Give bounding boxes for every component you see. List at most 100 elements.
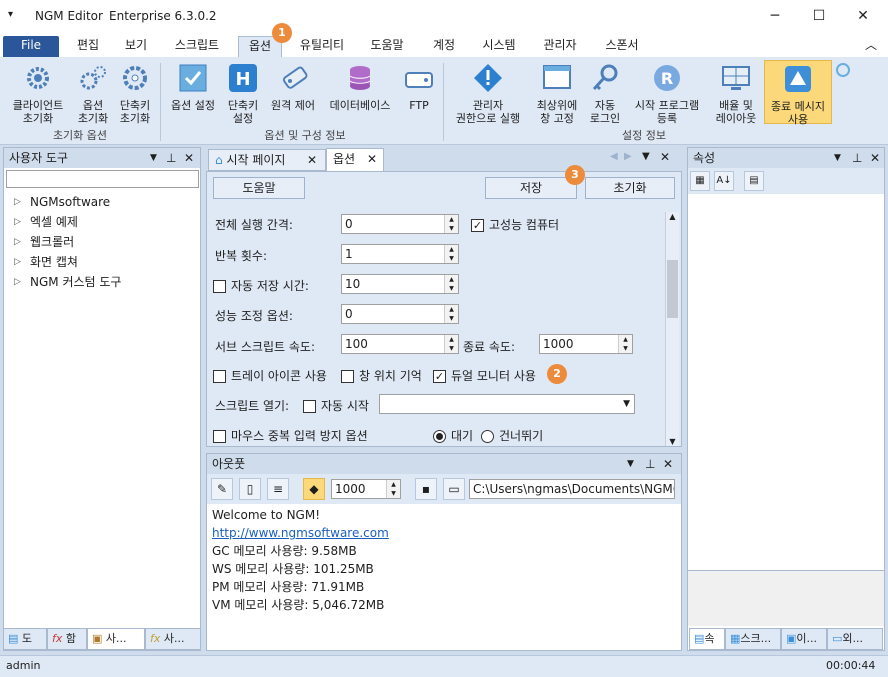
repeat-input[interactable]: 1 ▲ ▼ [341, 244, 459, 264]
options-scrollbar[interactable]: ▲ ▼ [665, 212, 679, 446]
prop-tab-2[interactable]: ▦스크... [725, 628, 781, 650]
line-count-input[interactable]: 1000 ▲ ▼ [331, 479, 401, 499]
eraser-icon[interactable]: ◆ [303, 478, 325, 500]
tray-checkbox[interactable] [213, 370, 226, 383]
ftp-button[interactable]: FTP [398, 63, 440, 112]
sort-az-icon[interactable]: A↓ [714, 171, 734, 191]
hotkey-settings-button[interactable]: H 단축키 설정 [222, 63, 264, 125]
close-icon[interactable]: ✕ [663, 454, 673, 474]
tab-list-icon[interactable]: ▼ [642, 151, 650, 162]
tree-item[interactable]: 엑셀 예제 [4, 212, 200, 232]
spin-icon[interactable]: ▲ ▼ [618, 335, 632, 353]
dropdown-icon[interactable]: ▼ [150, 148, 157, 168]
tab-prev-icon[interactable]: ◀ [610, 151, 618, 162]
close-icon[interactable]: ✕ [660, 150, 670, 164]
pin-icon[interactable]: ⊥ [645, 454, 655, 474]
property-pages-icon[interactable]: ▤ [744, 171, 764, 191]
prop-tab-3[interactable]: ▣이... [781, 628, 827, 650]
tab-account[interactable]: 계정 [424, 36, 464, 57]
dual-monitor-checkbox[interactable]: ✓ [433, 370, 446, 383]
close-button[interactable]: ✕ [840, 0, 886, 32]
tab-start-page[interactable]: ⌂ 시작 페이지 ✕ [208, 149, 326, 171]
tab-sponsor[interactable]: 스폰서 [596, 36, 648, 57]
tab-edit[interactable]: 편집 [66, 36, 110, 57]
scroll-thumb[interactable] [667, 260, 678, 318]
database-button[interactable]: 데이터베이스 [322, 63, 398, 112]
wait-radio[interactable] [433, 430, 446, 443]
bottom-tab-3[interactable]: ▣ 사... [87, 628, 145, 650]
spin-icon[interactable]: ▲ ▼ [444, 335, 458, 353]
bottom-tab-2[interactable]: fx 함 [47, 628, 87, 650]
dropdown-icon[interactable]: ▼ [627, 454, 634, 474]
tree-item[interactable]: NGM 커스텀 도구 [4, 272, 200, 292]
mouse-dup-checkbox[interactable] [213, 430, 226, 443]
categorized-icon[interactable]: ▦ [690, 171, 710, 191]
tab-file[interactable]: File [3, 36, 59, 57]
brush-icon[interactable]: ✎ [211, 478, 233, 500]
maximize-button[interactable]: ☐ [796, 0, 842, 32]
perf-input[interactable]: 0 ▲ ▼ [341, 304, 459, 324]
option-settings-button[interactable]: 옵션 설정 [164, 63, 222, 112]
pin-icon[interactable]: ⊥ [852, 148, 862, 168]
spin-icon[interactable]: ▲ ▼ [386, 480, 400, 498]
spin-icon[interactable]: ▲ ▼ [444, 215, 458, 233]
dropdown-icon[interactable]: ▼ [834, 148, 841, 168]
scroll-up-icon[interactable]: ▲ [666, 212, 679, 221]
option-reset-button[interactable]: 옵션 초기화 [72, 63, 114, 125]
tree-item[interactable]: NGMsoftware [4, 192, 200, 212]
close-icon[interactable]: ✕ [184, 148, 194, 168]
client-reset-button[interactable]: 클라이언트 초기화 [4, 63, 72, 125]
tab-next-icon[interactable]: ▶ [624, 151, 632, 162]
tab-options-page[interactable]: 옵션 ✕ [326, 148, 384, 171]
end-speed-input[interactable]: 1000 ▲ ▼ [539, 334, 633, 354]
spin-icon[interactable]: ▲ ▼ [444, 245, 458, 263]
layout-button[interactable]: 배율 및 레이아웃 [708, 63, 764, 125]
tab-admin[interactable]: 관리자 [534, 36, 586, 57]
quick-access-icon[interactable]: ▾ [8, 9, 13, 20]
scroll-down-icon[interactable]: ▼ [666, 437, 679, 446]
window-pos-checkbox[interactable] [341, 370, 354, 383]
lines-icon[interactable]: ≡ [267, 478, 289, 500]
prop-tab-1[interactable]: ▤속 [689, 628, 725, 650]
tab-script[interactable]: 스크립트 [163, 36, 231, 57]
log-path-input[interactable]: C:\Users\ngmas\Documents\NGM6\ [469, 479, 675, 499]
folder-icon[interactable]: ▭ [443, 478, 465, 500]
tab-system[interactable]: 시스템 [474, 36, 524, 57]
exit-message-button[interactable]: 종료 메시지 사용 [764, 60, 832, 126]
autosave-input[interactable]: 10 ▲ ▼ [341, 274, 459, 294]
tab-view[interactable]: 보기 [114, 36, 158, 57]
tree-item[interactable]: 화면 캡쳐 [4, 252, 200, 272]
hotkey-reset-button[interactable]: 단축키 초기화 [114, 63, 156, 125]
close-tab-icon[interactable]: ✕ [367, 149, 377, 170]
autosave-checkbox[interactable] [213, 280, 226, 293]
prop-tab-4[interactable]: ▭외... [827, 628, 883, 650]
tool-search-input[interactable] [6, 170, 199, 188]
run-interval-input[interactable]: 0 ▲ ▼ [341, 214, 459, 234]
run-as-admin-button[interactable]: 관리자 권한으로 실행 [446, 63, 530, 125]
refresh-icon[interactable] [836, 63, 850, 77]
tree-item[interactable]: 웹크롤러 [4, 232, 200, 252]
bottom-tab-1[interactable]: ▤ 도 [3, 628, 47, 650]
auto-start-checkbox[interactable] [303, 400, 316, 413]
tab-utility[interactable]: 유틸리티 [290, 36, 354, 57]
always-on-top-button[interactable]: 최상위에 창 고정 [530, 63, 584, 125]
high-perf-checkbox[interactable]: ✓ [471, 219, 484, 232]
doc-settings-icon[interactable]: ▯ [239, 478, 261, 500]
pin-icon[interactable]: ⊥ [166, 148, 176, 168]
auto-login-button[interactable]: 자동 로그인 [584, 63, 626, 125]
reset-button[interactable]: 초기화 [585, 177, 675, 199]
spin-icon[interactable]: ▲ ▼ [444, 275, 458, 293]
spin-icon[interactable]: ▲ ▼ [444, 305, 458, 323]
skip-radio[interactable] [481, 430, 494, 443]
help-button[interactable]: 도움말 [213, 177, 305, 199]
save-icon[interactable]: ▪ [415, 478, 437, 500]
website-link[interactable]: http://www.ngmsoftware.com [212, 524, 677, 542]
close-tab-icon[interactable]: ✕ [307, 150, 317, 170]
minimize-button[interactable]: ─ [752, 0, 798, 32]
save-button[interactable]: 저장 [485, 177, 577, 199]
tab-help[interactable]: 도움말 [362, 36, 412, 57]
startup-register-button[interactable]: R 시작 프로그램 등록 [626, 63, 708, 125]
collapse-ribbon-icon[interactable]: ︿ [862, 36, 880, 57]
bottom-tab-4[interactable]: fx 사... [145, 628, 201, 650]
sub-speed-input[interactable]: 100 ▲ ▼ [341, 334, 459, 354]
